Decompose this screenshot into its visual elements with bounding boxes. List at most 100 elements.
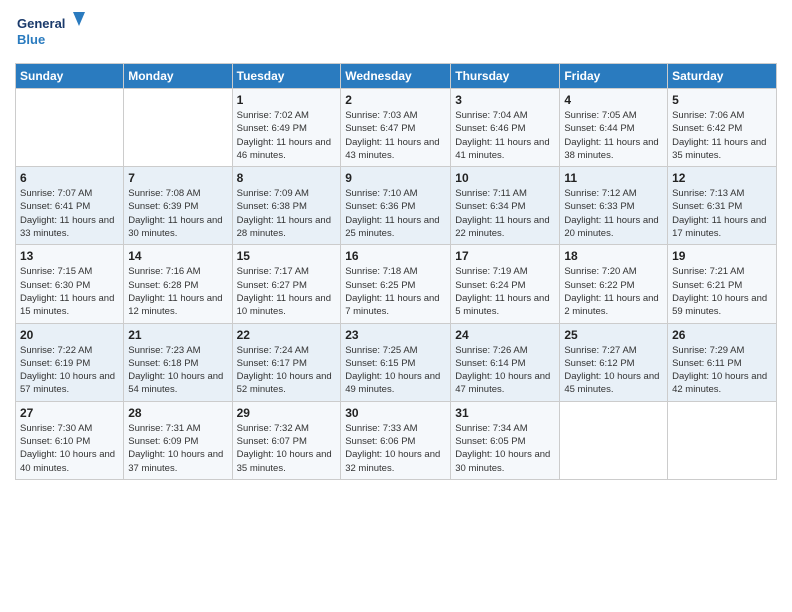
day-number: 27	[20, 406, 119, 420]
day-of-week-thursday: Thursday	[451, 64, 560, 89]
svg-text:General: General	[17, 16, 65, 31]
day-number: 21	[128, 328, 227, 342]
calendar-header-row: SundayMondayTuesdayWednesdayThursdayFrid…	[16, 64, 777, 89]
day-number: 12	[672, 171, 772, 185]
calendar-cell: 13 Sunrise: 7:15 AM Sunset: 6:30 PM Dayli…	[16, 245, 124, 323]
calendar-cell	[668, 401, 777, 479]
day-info: Sunrise: 7:20 AM Sunset: 6:22 PM Dayligh…	[564, 265, 663, 318]
day-number: 26	[672, 328, 772, 342]
calendar-cell	[124, 89, 232, 167]
day-number: 15	[237, 249, 337, 263]
day-info: Sunrise: 7:23 AM Sunset: 6:18 PM Dayligh…	[128, 344, 227, 397]
day-info: Sunrise: 7:34 AM Sunset: 6:05 PM Dayligh…	[455, 422, 555, 475]
calendar-cell: 26Sunrise: 7:29 AM Sunset: 6:11 PM Dayli…	[668, 323, 777, 401]
calendar-cell: 6 Sunrise: 7:07 AM Sunset: 6:41 PM Daylig…	[16, 167, 124, 245]
calendar-cell: 7 Sunrise: 7:08 AM Sunset: 6:39 PM Daylig…	[124, 167, 232, 245]
calendar-cell: 14 Sunrise: 7:16 AM Sunset: 6:28 PM Dayli…	[124, 245, 232, 323]
calendar-cell: 1Sunrise: 7:02 AM Sunset: 6:49 PM Daylig…	[232, 89, 341, 167]
day-number: 25	[564, 328, 663, 342]
calendar-cell: 2Sunrise: 7:03 AM Sunset: 6:47 PM Daylig…	[341, 89, 451, 167]
calendar-week-row: 20 Sunrise: 7:22 AM Sunset: 6:19 PM Dayli…	[16, 323, 777, 401]
day-number: 6	[20, 171, 119, 185]
header: General Blue	[15, 10, 777, 55]
calendar-cell: 19 Sunrise: 7:21 AM Sunset: 6:21 PM Dayli…	[668, 245, 777, 323]
calendar-cell: 4 Sunrise: 7:05 AM Sunset: 6:44 PM Daylig…	[560, 89, 668, 167]
day-number: 4	[564, 93, 663, 107]
calendar-cell: 9 Sunrise: 7:10 AM Sunset: 6:36 PM Daylig…	[341, 167, 451, 245]
day-info: Sunrise: 7:33 AM Sunset: 6:06 PM Dayligh…	[345, 422, 446, 475]
day-number: 28	[128, 406, 227, 420]
day-number: 30	[345, 406, 446, 420]
calendar-cell: 8Sunrise: 7:09 AM Sunset: 6:38 PM Daylig…	[232, 167, 341, 245]
day-of-week-friday: Friday	[560, 64, 668, 89]
day-info: Sunrise: 7:13 AM Sunset: 6:31 PM Dayligh…	[672, 187, 772, 240]
day-number: 23	[345, 328, 446, 342]
day-number: 9	[345, 171, 446, 185]
calendar-cell: 30 Sunrise: 7:33 AM Sunset: 6:06 PM Dayli…	[341, 401, 451, 479]
calendar-cell: 20 Sunrise: 7:22 AM Sunset: 6:19 PM Dayli…	[16, 323, 124, 401]
calendar-cell: 18 Sunrise: 7:20 AM Sunset: 6:22 PM Dayli…	[560, 245, 668, 323]
day-of-week-monday: Monday	[124, 64, 232, 89]
day-of-week-tuesday: Tuesday	[232, 64, 341, 89]
day-number: 20	[20, 328, 119, 342]
day-info: Sunrise: 7:08 AM Sunset: 6:39 PM Dayligh…	[128, 187, 227, 240]
day-info: Sunrise: 7:03 AM Sunset: 6:47 PM Dayligh…	[345, 109, 446, 162]
day-info: Sunrise: 7:26 AM Sunset: 6:14 PM Dayligh…	[455, 344, 555, 397]
day-number: 19	[672, 249, 772, 263]
day-number: 24	[455, 328, 555, 342]
day-info: Sunrise: 7:07 AM Sunset: 6:41 PM Dayligh…	[20, 187, 119, 240]
day-info: Sunrise: 7:04 AM Sunset: 6:46 PM Dayligh…	[455, 109, 555, 162]
logo-svg: General Blue	[15, 10, 85, 55]
calendar-cell: 12 Sunrise: 7:13 AM Sunset: 6:31 PM Dayli…	[668, 167, 777, 245]
day-of-week-sunday: Sunday	[16, 64, 124, 89]
day-info: Sunrise: 7:15 AM Sunset: 6:30 PM Dayligh…	[20, 265, 119, 318]
day-info: Sunrise: 7:19 AM Sunset: 6:24 PM Dayligh…	[455, 265, 555, 318]
calendar-cell: 25 Sunrise: 7:27 AM Sunset: 6:12 PM Dayli…	[560, 323, 668, 401]
day-info: Sunrise: 7:10 AM Sunset: 6:36 PM Dayligh…	[345, 187, 446, 240]
calendar-cell: 29Sunrise: 7:32 AM Sunset: 6:07 PM Dayli…	[232, 401, 341, 479]
calendar-table: SundayMondayTuesdayWednesdayThursdayFrid…	[15, 63, 777, 480]
day-number: 31	[455, 406, 555, 420]
day-info: Sunrise: 7:24 AM Sunset: 6:17 PM Dayligh…	[237, 344, 337, 397]
day-number: 17	[455, 249, 555, 263]
day-info: Sunrise: 7:27 AM Sunset: 6:12 PM Dayligh…	[564, 344, 663, 397]
calendar-cell	[16, 89, 124, 167]
calendar-week-row: 6 Sunrise: 7:07 AM Sunset: 6:41 PM Daylig…	[16, 167, 777, 245]
calendar-cell	[560, 401, 668, 479]
day-number: 3	[455, 93, 555, 107]
calendar-cell: 23Sunrise: 7:25 AM Sunset: 6:15 PM Dayli…	[341, 323, 451, 401]
calendar-week-row: 13 Sunrise: 7:15 AM Sunset: 6:30 PM Dayli…	[16, 245, 777, 323]
day-number: 13	[20, 249, 119, 263]
calendar-cell: 15 Sunrise: 7:17 AM Sunset: 6:27 PM Dayli…	[232, 245, 341, 323]
day-number: 29	[237, 406, 337, 420]
day-info: Sunrise: 7:12 AM Sunset: 6:33 PM Dayligh…	[564, 187, 663, 240]
day-number: 7	[128, 171, 227, 185]
day-info: Sunrise: 7:16 AM Sunset: 6:28 PM Dayligh…	[128, 265, 227, 318]
calendar-cell: 11Sunrise: 7:12 AM Sunset: 6:33 PM Dayli…	[560, 167, 668, 245]
day-info: Sunrise: 7:18 AM Sunset: 6:25 PM Dayligh…	[345, 265, 446, 318]
calendar-cell: 21 Sunrise: 7:23 AM Sunset: 6:18 PM Dayli…	[124, 323, 232, 401]
calendar-cell: 24 Sunrise: 7:26 AM Sunset: 6:14 PM Dayli…	[451, 323, 560, 401]
day-number: 5	[672, 93, 772, 107]
calendar-cell: 28 Sunrise: 7:31 AM Sunset: 6:09 PM Dayli…	[124, 401, 232, 479]
day-info: Sunrise: 7:09 AM Sunset: 6:38 PM Dayligh…	[237, 187, 337, 240]
day-info: Sunrise: 7:22 AM Sunset: 6:19 PM Dayligh…	[20, 344, 119, 397]
day-number: 16	[345, 249, 446, 263]
day-info: Sunrise: 7:21 AM Sunset: 6:21 PM Dayligh…	[672, 265, 772, 318]
day-of-week-wednesday: Wednesday	[341, 64, 451, 89]
day-info: Sunrise: 7:06 AM Sunset: 6:42 PM Dayligh…	[672, 109, 772, 162]
day-info: Sunrise: 7:30 AM Sunset: 6:10 PM Dayligh…	[20, 422, 119, 475]
calendar-week-row: 27 Sunrise: 7:30 AM Sunset: 6:10 PM Dayli…	[16, 401, 777, 479]
calendar-cell: 3 Sunrise: 7:04 AM Sunset: 6:46 PM Daylig…	[451, 89, 560, 167]
day-number: 14	[128, 249, 227, 263]
day-info: Sunrise: 7:17 AM Sunset: 6:27 PM Dayligh…	[237, 265, 337, 318]
svg-text:Blue: Blue	[17, 32, 45, 47]
day-info: Sunrise: 7:05 AM Sunset: 6:44 PM Dayligh…	[564, 109, 663, 162]
day-info: Sunrise: 7:31 AM Sunset: 6:09 PM Dayligh…	[128, 422, 227, 475]
day-number: 22	[237, 328, 337, 342]
page: General Blue SundayMondayTuesdayWednesda…	[0, 0, 792, 490]
calendar-cell: 31 Sunrise: 7:34 AM Sunset: 6:05 PM Dayli…	[451, 401, 560, 479]
day-number: 18	[564, 249, 663, 263]
day-info: Sunrise: 7:11 AM Sunset: 6:34 PM Dayligh…	[455, 187, 555, 240]
calendar-cell: 22 Sunrise: 7:24 AM Sunset: 6:17 PM Dayli…	[232, 323, 341, 401]
